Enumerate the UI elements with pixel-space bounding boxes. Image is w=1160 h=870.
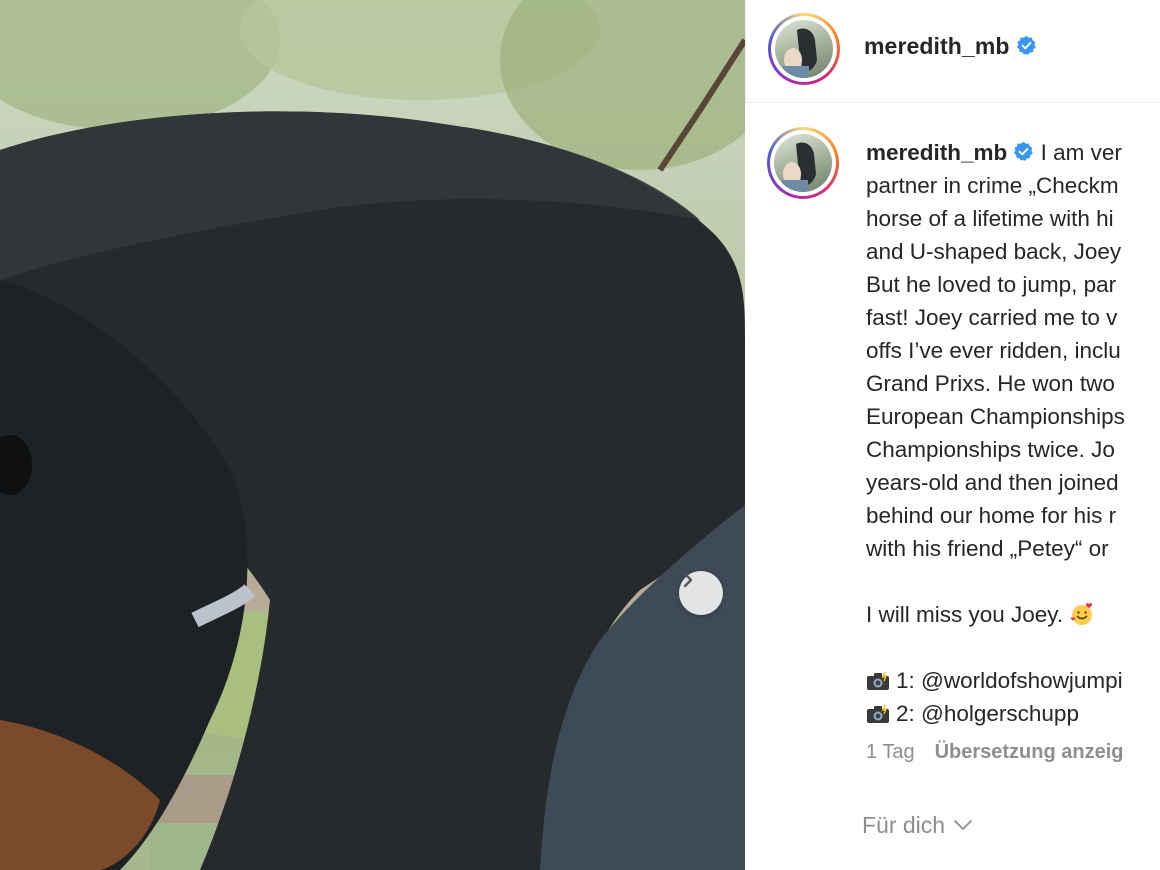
caption-text-line: fast! Joey carried me to v xyxy=(866,305,1118,330)
caption-text-line: But he loved to jump, par xyxy=(866,272,1117,297)
caption-text-line: offs I’ve ever ridden, inclu xyxy=(866,338,1121,363)
caption-first-line: meredith_mb I am ver xyxy=(866,136,1160,169)
caption-text-line: with his friend „Petey“ or xyxy=(866,536,1109,561)
caption-text-line: behind our home for his r xyxy=(866,503,1117,528)
for-you-dropdown[interactable]: Für dich xyxy=(862,812,973,839)
photo-credit-1[interactable]: 1: @worldofshowjumpi xyxy=(896,668,1123,693)
chevron-right-icon xyxy=(683,572,693,588)
photo-credit-line: 1: @worldofshowjumpi xyxy=(866,664,1160,697)
post-timestamp[interactable]: 1 Tag xyxy=(866,741,915,763)
caption-text-line: horse of a lifetime with hi xyxy=(866,206,1114,231)
next-photo-button[interactable] xyxy=(679,571,723,615)
caption-farewell-line: I will miss you Joey. xyxy=(866,598,1160,631)
post-caption: meredith_mb I am ver partner in crime „C… xyxy=(866,136,1160,730)
caption-text-line: European Championships xyxy=(866,404,1125,429)
avatar-image xyxy=(775,20,833,78)
caption-text-line: Championships twice. Jo xyxy=(866,437,1115,462)
show-translation-link[interactable]: Übersetzung anzeig xyxy=(935,741,1124,763)
caption-text-line: I am ver xyxy=(1040,140,1122,165)
photo-credit-line: 2: @holgerschupp xyxy=(866,697,1160,730)
caption-text-line: and U-shaped back, Joey xyxy=(866,239,1122,264)
smiling-face-hearts-icon xyxy=(1071,603,1093,625)
avatar-image xyxy=(774,134,832,192)
caption-text-line: partner in crime „Checkm xyxy=(866,173,1119,198)
verified-badge-icon xyxy=(1016,35,1036,55)
camera-flash-icon xyxy=(867,704,889,723)
post-photo[interactable] xyxy=(0,0,745,870)
horse-photo-illustration xyxy=(0,0,745,870)
camera-flash-icon xyxy=(867,671,889,690)
header-username[interactable]: meredith_mb xyxy=(864,33,1037,60)
avatar[interactable] xyxy=(768,13,840,85)
post-meta: 1 Tag Übersetzung anzeig xyxy=(866,741,1124,764)
photo-credit-2[interactable]: 2: @holgerschupp xyxy=(896,701,1079,726)
caption-text-line: Grand Prixs. He won two xyxy=(866,371,1115,396)
post-details-panel: meredith_mb meredith_mb I am ver partner… xyxy=(745,0,1160,870)
caption-username[interactable]: meredith_mb xyxy=(866,140,1007,165)
verified-badge-icon xyxy=(1014,141,1034,161)
caption-avatar[interactable] xyxy=(767,127,839,199)
chevron-down-icon xyxy=(954,820,972,830)
for-you-label: Für dich xyxy=(862,812,946,838)
post-header: meredith_mb xyxy=(745,0,1160,103)
caption-text-line: years-old and then joined xyxy=(866,470,1119,495)
